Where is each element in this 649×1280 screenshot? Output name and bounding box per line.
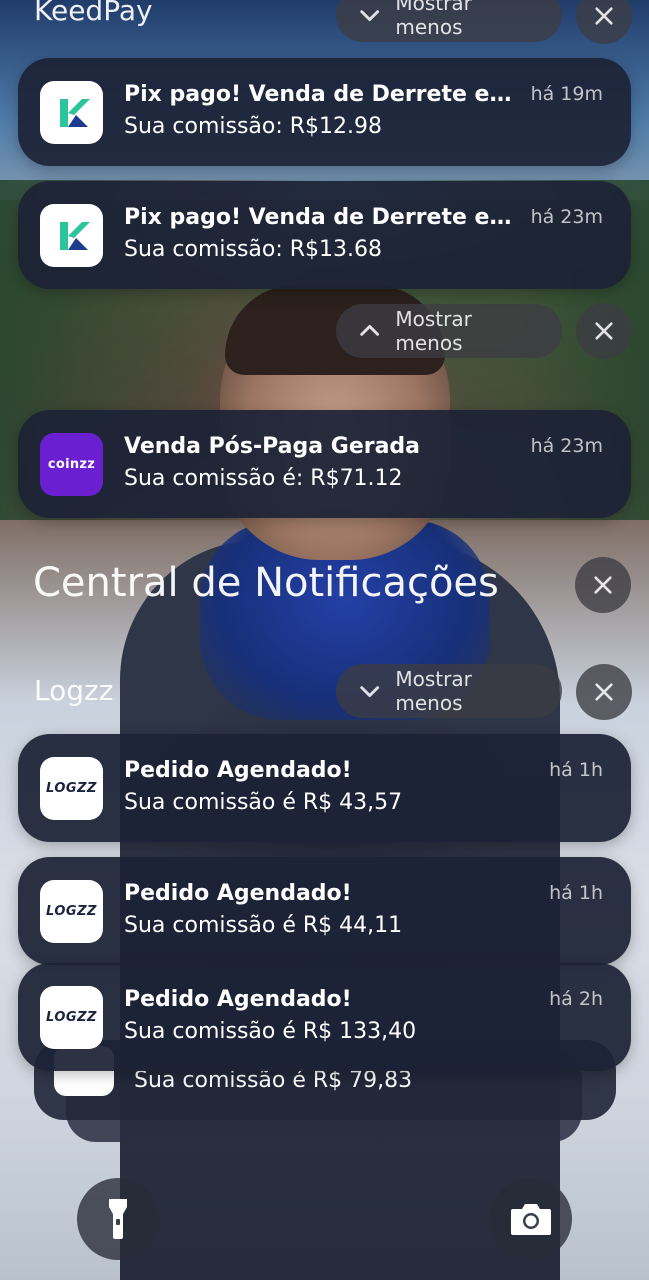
coinzz-logo: coinzz [47, 457, 96, 472]
notification-time: há 1h [549, 759, 603, 781]
notification-time: há 23m [530, 435, 603, 457]
logzz-app-icon: LOGZZ [40, 757, 103, 820]
notification-title: Pedido Agendado! [124, 987, 352, 1012]
keedpay-app-icon [40, 81, 103, 144]
logzz-logo: LOGZZ [46, 1010, 97, 1025]
logzz-app-icon: LOGZZ [40, 986, 103, 1049]
notification-card[interactable]: Pix pago! Venda de Derrete e S... Sua co… [18, 58, 631, 166]
notification-time: há 1h [549, 882, 603, 904]
notification-card[interactable]: LOGZZ Pedido Agendado! Sua comissão é R$… [18, 857, 631, 965]
chevron-down-icon [360, 10, 380, 21]
notification-body: Sua comissão é: R$71.12 [124, 466, 403, 491]
notification-card[interactable]: LOGZZ Pedido Agendado! Sua comissão é R$… [18, 734, 631, 842]
notification-body: Sua comissão: R$12.98 [124, 114, 383, 139]
show-less-label: Mostrar menos [395, 0, 472, 39]
notification-time: há 2h [549, 988, 603, 1010]
notification-center-title: Central de Notificações [33, 560, 499, 606]
close-icon [594, 576, 612, 594]
notification-body: Sua comissão é R$ 79,83 [134, 1068, 413, 1093]
camera-icon [511, 1204, 551, 1235]
chevron-down-icon [360, 686, 380, 697]
notification-body: Sua comissão é R$ 43,57 [124, 790, 403, 815]
notification-card[interactable]: LOGZZ Pedido Agendado! Sua comissão é R$… [18, 963, 631, 1071]
coinzz-app-icon: coinzz [40, 433, 103, 496]
coinzz-clear-button[interactable] [576, 303, 632, 359]
notification-body: Sua comissão: R$13.68 [124, 237, 383, 262]
chevron-up-icon [360, 325, 380, 336]
notification-card[interactable]: coinzz Venda Pós-Paga Gerada Sua comissã… [18, 410, 631, 518]
notification-title: Pedido Agendado! [124, 758, 352, 783]
close-icon [595, 322, 613, 340]
clear-all-button[interactable] [575, 557, 631, 613]
notification-title: Pix pago! Venda de Derrete e S... [124, 205, 519, 230]
flashlight-icon [109, 1199, 127, 1239]
notification-title: Pix pago! Venda de Derrete e S... [124, 82, 519, 107]
notification-body: Sua comissão é R$ 133,40 [124, 1019, 417, 1044]
logzz-group-title: Logzz [34, 674, 114, 707]
keedpay-group-title: KeedPay [34, 0, 153, 27]
notification-time: há 23m [530, 206, 603, 228]
keedpay-show-less-button[interactable]: Mostrar menos [336, 0, 562, 42]
notification-body: Sua comissão é R$ 44,11 [124, 913, 403, 938]
keedpay-app-icon [40, 204, 103, 267]
camera-button[interactable] [490, 1178, 572, 1260]
logzz-show-less-button[interactable]: Mostrar menos [336, 664, 562, 718]
close-icon [595, 7, 613, 25]
logzz-app-icon: LOGZZ [40, 880, 103, 943]
notification-time: há 19m [530, 83, 603, 105]
keedpay-logo-icon [59, 221, 90, 250]
show-less-label: Mostrar menos [395, 307, 472, 355]
close-icon [595, 683, 613, 701]
notification-title: Venda Pós-Paga Gerada [124, 434, 421, 459]
notification-title: Pedido Agendado! [124, 881, 352, 906]
logzz-logo: LOGZZ [46, 781, 97, 796]
show-less-label: Mostrar menos [395, 667, 472, 715]
coinzz-show-less-button[interactable]: Mostrar menos [336, 304, 562, 358]
flashlight-button[interactable] [77, 1178, 159, 1260]
logzz-clear-button[interactable] [576, 664, 632, 720]
keedpay-logo-icon [59, 98, 90, 127]
notification-card[interactable]: Pix pago! Venda de Derrete e S... Sua co… [18, 181, 631, 289]
logzz-logo: LOGZZ [46, 904, 97, 919]
